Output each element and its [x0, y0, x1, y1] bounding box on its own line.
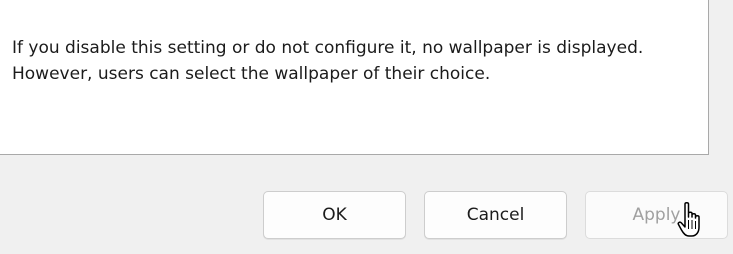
help-description-text: If you disable this setting or do not co…	[12, 38, 644, 84]
cancel-button[interactable]: Cancel	[424, 191, 567, 239]
help-description-panel: If you disable this setting or do not co…	[0, 0, 709, 155]
apply-button[interactable]: Apply	[585, 191, 728, 239]
hand-pointer-cursor-icon	[677, 201, 700, 237]
ok-button[interactable]: OK	[263, 191, 406, 239]
